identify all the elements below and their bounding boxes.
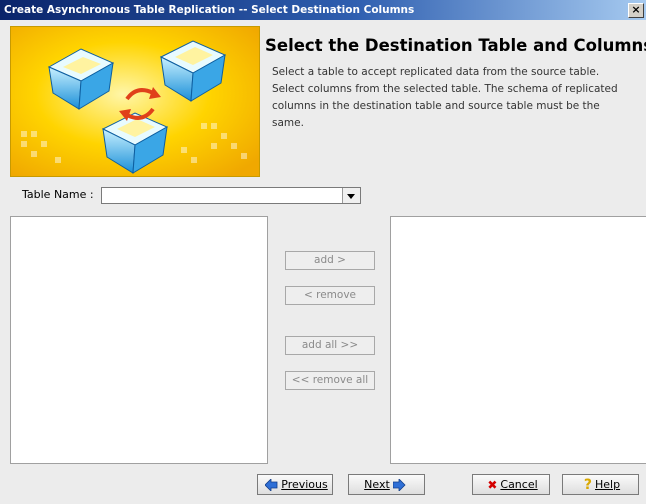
help-label: Help [595,478,621,491]
source-columns-list[interactable] [10,216,268,464]
add-button[interactable]: add > [285,251,375,270]
remove-button[interactable]: < remove [285,286,375,305]
table-name-label: Table Name : [22,188,94,201]
chevron-down-icon[interactable] [342,188,360,203]
cancel-label: Cancel [500,478,538,491]
arrow-right-icon [392,479,406,491]
previous-button[interactable]: Previous [257,474,333,495]
close-button[interactable]: × [628,3,644,18]
title-bar: Create Asynchronous Table Replication --… [0,0,646,20]
previous-label: Previous [281,478,328,491]
next-label: Next [364,478,390,491]
help-button[interactable]: ? Help [562,474,639,495]
selected-columns-list[interactable] [390,216,646,464]
help-question-icon: ? [583,476,593,493]
window-title: Create Asynchronous Table Replication --… [4,4,415,16]
replication-illustration-icon [11,27,259,176]
cancel-x-icon: ✖ [487,477,498,492]
remove-all-button[interactable]: << remove all [285,371,375,390]
page-title: Select the Destination Table and Columns [265,36,646,55]
table-name-dropdown[interactable] [101,187,361,204]
banner-image [10,26,260,177]
arrow-left-icon [265,479,278,491]
add-all-button[interactable]: add all >> [285,336,375,355]
page-description: Select a table to accept replicated data… [272,66,618,129]
cancel-button[interactable]: ✖ Cancel [472,474,550,495]
next-button[interactable]: Next [348,474,425,495]
